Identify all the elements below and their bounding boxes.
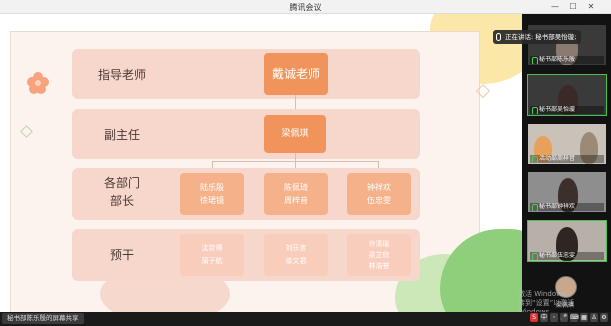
close-button[interactable]: ✕ — [584, 1, 598, 12]
mic-icon[interactable]: 🎤 — [560, 313, 568, 322]
punctuation-icon[interactable]: ◦ — [550, 313, 558, 322]
minimize-button[interactable]: — — [548, 1, 562, 12]
participant-name: 秘书部钟祥欢 — [530, 203, 604, 211]
member-name: 陈佩琦 — [284, 183, 308, 192]
user-icon[interactable]: ♙ — [590, 313, 598, 322]
system-tray: S 中 ◦ 🎤 ⌨ ▦ ♙ ⚙ — [530, 313, 608, 325]
participant-name: 秘书部陈乐殷 — [530, 56, 604, 64]
grid-icon[interactable]: ▦ — [580, 313, 588, 322]
member-name: 钟祥欢 — [367, 183, 391, 192]
org-box-vice: 梁佩琪 — [264, 115, 326, 153]
org-box-head-3: 钟祥欢 伍忠雯 — [347, 173, 411, 215]
ime-icon[interactable]: 中 — [540, 313, 548, 322]
screen-share-tag[interactable]: 秘书部陈乐殷的屏幕共享 — [2, 313, 84, 324]
member-name: 戴诚老师 — [271, 66, 320, 81]
member-name: 林浩誉 — [368, 261, 390, 270]
gear-icon[interactable]: ⚙ — [600, 313, 608, 322]
mic-icon — [496, 33, 501, 41]
speaking-indicator: 正在讲话: 秘书部吴怡璇; — [493, 30, 582, 44]
video-tile[interactable]: 秘书部伍忠雯 — [527, 220, 607, 262]
row-label-line: 各部门 — [103, 176, 140, 190]
meeting-window: 腾讯会议 — ☐ ✕ 指导老师 戴诚老师 副主任 梁佩琪 各部门 部长 陆乐殷 … — [0, 0, 611, 326]
org-box-head-2: 陈佩琦 周梓音 — [264, 173, 328, 215]
row-label-line: 部长 — [109, 194, 134, 208]
row-label-advisor: 指导老师 — [97, 68, 146, 82]
sogou-icon[interactable]: S — [530, 313, 538, 322]
video-tile[interactable]: 秘书部吴怡璇 — [527, 74, 607, 116]
participant-name: 秘书部伍忠雯 — [530, 252, 604, 260]
bottom-bar — [0, 312, 611, 326]
member-name: 梁佩琪 — [281, 128, 309, 139]
window-title: 腾讯会议 — [289, 3, 322, 12]
member-name: 陆乐殷 — [200, 183, 224, 192]
connector — [295, 153, 296, 161]
member-name: 蒲子航 — [201, 257, 223, 265]
shared-screen: 指导老师 戴诚老师 副主任 梁佩琪 各部门 部长 陆乐殷 徐珺镜 陈佩琦 周梓音 — [0, 14, 522, 312]
row-label-vice: 副主任 — [103, 128, 140, 142]
video-tile[interactable]: 活动部周梓音 — [528, 124, 606, 164]
member-name: 周梓音 — [284, 196, 308, 205]
member-name: 刘乐言 — [285, 244, 307, 252]
org-box-trainee-1: 沈钦博 蒲子航 — [180, 234, 244, 276]
participant-name: 秘书部吴怡璇 — [530, 106, 604, 114]
member-name: 梁芷欣 — [368, 250, 390, 259]
org-box-head-1: 陆乐殷 徐珺镜 — [180, 173, 244, 215]
member-name: 伍忠雯 — [367, 196, 391, 205]
maximize-button[interactable]: ☐ — [566, 1, 580, 12]
flower-icon — [27, 72, 49, 94]
org-box-trainee-3: 许清瑜 梁芷欣 林浩誉 — [347, 234, 411, 276]
row-label-heads: 各部门 部长 — [82, 174, 162, 210]
org-box-advisor: 戴诚老师 — [264, 53, 328, 95]
member-name: 徐文君 — [285, 257, 307, 265]
member-name: 沈钦博 — [201, 244, 223, 252]
title-bar: 腾讯会议 — ☐ ✕ — [0, 0, 611, 14]
connector — [295, 95, 296, 109]
keyboard-icon[interactable]: ⌨ — [570, 313, 579, 322]
member-name: 徐珺镜 — [200, 196, 224, 205]
video-tile[interactable]: 秘书部钟祥欢 — [528, 172, 606, 212]
participant-name: 活动部周梓音 — [530, 155, 604, 163]
speaking-text: 正在讲话: 秘书部吴怡璇; — [505, 33, 577, 41]
member-name: 许清瑜 — [368, 239, 390, 248]
row-label-trainees: 预干 — [109, 248, 134, 262]
org-box-trainee-2: 刘乐言 徐文君 — [264, 234, 328, 276]
watermark-line: 激活 Windows — [518, 290, 566, 298]
